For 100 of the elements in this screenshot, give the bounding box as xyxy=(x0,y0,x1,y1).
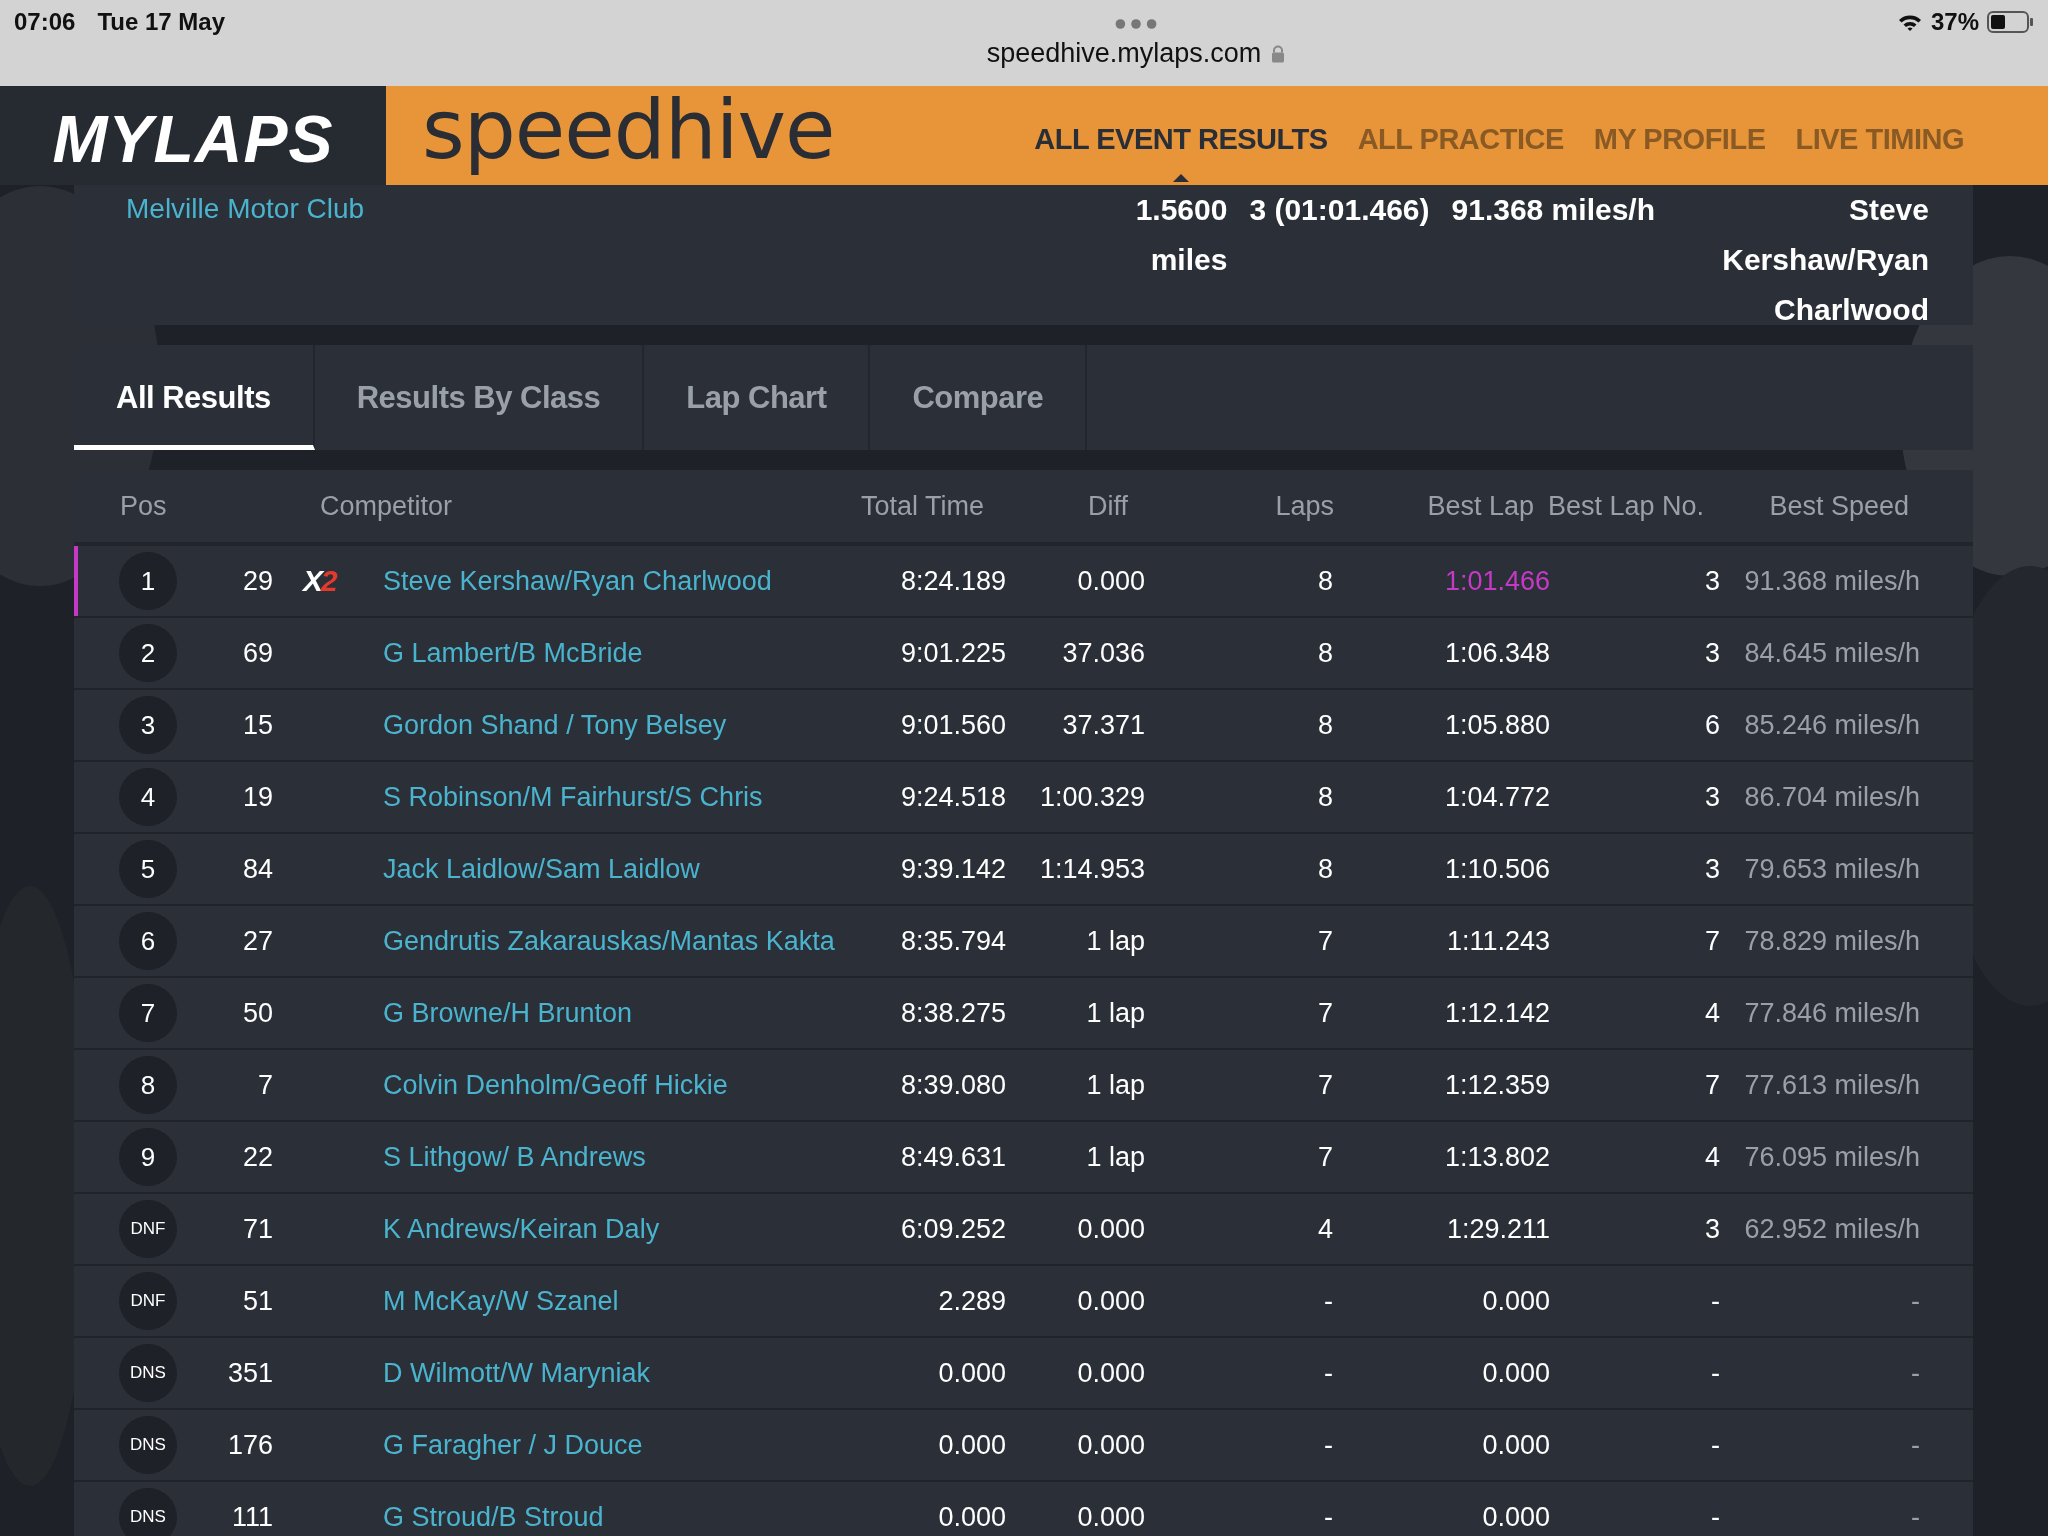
column-header[interactable]: Best Speed xyxy=(1704,490,1909,522)
table-cell-text: - xyxy=(1910,1285,1920,1317)
competitor-link[interactable]: G Faragher / J Douce xyxy=(383,1429,643,1460)
table-cell-text: 4 xyxy=(1703,1141,1720,1173)
car-number: 29 xyxy=(241,565,273,597)
car-number: 71 xyxy=(241,1213,273,1245)
competitor-link[interactable]: G Browne/H Brunton xyxy=(383,997,633,1028)
table-cell-text: 8 xyxy=(1316,565,1333,597)
car-number: 69 xyxy=(241,637,273,669)
table-cell-text: 77.613 miles/h xyxy=(1743,1069,1920,1101)
competitor-link[interactable]: Gordon Shand / Tony Belsey xyxy=(383,709,727,740)
table-cell-text: - xyxy=(1323,1285,1333,1317)
car-number: 19 xyxy=(241,781,273,813)
position-badge: DNF xyxy=(119,1272,177,1330)
table-cell-text: 91.368 miles/h xyxy=(1743,565,1920,597)
position-badge: 1 xyxy=(119,552,177,610)
position-badge: 2 xyxy=(119,624,177,682)
table-cell-text: 76.095 miles/h xyxy=(1743,1141,1920,1173)
table-cell-text: 4 xyxy=(1316,1213,1333,1245)
battery-percent: 37% xyxy=(1930,8,1979,36)
competitor-link[interactable]: M McKay/W Szanel xyxy=(383,1285,619,1316)
race-distance: 1.5600 miles xyxy=(1134,192,1228,278)
table-cell-text: 7 xyxy=(1703,925,1720,957)
table-cell-text: 8:35.794 xyxy=(899,925,1006,957)
table-cell-text: 1 lap xyxy=(1085,925,1145,957)
position-badge: 9 xyxy=(119,1128,177,1186)
tab[interactable]: Compare xyxy=(870,345,1088,450)
column-header[interactable]: Pos xyxy=(120,490,320,522)
table-cell-text: 9:24.518 xyxy=(899,781,1006,813)
table-cell-text: 1:12.142 xyxy=(1443,997,1550,1029)
car-number: 351 xyxy=(226,1357,273,1389)
table-cell-text: 3 xyxy=(1703,637,1720,669)
position-badge: DNS xyxy=(119,1344,177,1402)
table-cell-text: 78.829 miles/h xyxy=(1743,925,1920,957)
table-cell-text: 0.000 xyxy=(1076,565,1145,597)
url-text[interactable]: speedhive.mylaps.com xyxy=(986,38,1262,69)
car-number: 22 xyxy=(241,1141,273,1173)
position-badge: DNF xyxy=(119,1200,177,1258)
position-badge: 6 xyxy=(119,912,177,970)
car-number: 7 xyxy=(256,1069,273,1101)
table-cell-text: 1 lap xyxy=(1085,1141,1145,1173)
pointer-icon xyxy=(1172,174,1189,182)
table-cell-text: 77.846 miles/h xyxy=(1743,997,1920,1029)
competitor-link[interactable]: Jack Laidlow/Sam Laidlow xyxy=(383,853,700,884)
competitor-link[interactable]: K Andrews/Keiran Daly xyxy=(383,1213,660,1244)
competitor-link[interactable]: S Robinson/M Fairhurst/S Chris xyxy=(383,781,763,812)
best-speed-summary: 91.368 miles/h xyxy=(1451,192,1655,228)
competitor-link[interactable]: Steve Kershaw/Ryan Charlwood xyxy=(383,565,772,596)
column-header[interactable]: Total Time xyxy=(744,490,984,522)
table-cell-text: 86.704 miles/h xyxy=(1743,781,1920,813)
table-cell-text: - xyxy=(1323,1357,1333,1389)
competitor-link[interactable]: G Lambert/B McBride xyxy=(383,637,643,668)
table-cell-text: 0.000 xyxy=(1481,1285,1550,1317)
table-cell-text: 0.000 xyxy=(1481,1501,1550,1533)
table-cell-text: - xyxy=(1710,1357,1720,1389)
competitor-link[interactable]: Gendrutis Zakarauskas/Mantas Kakta xyxy=(383,925,835,956)
class-label: X2 xyxy=(303,564,336,597)
table-cell-text: 1:00.329 xyxy=(1038,781,1145,813)
position-badge: 5 xyxy=(119,840,177,898)
column-header[interactable]: Laps xyxy=(1144,490,1334,522)
table-cell-text: 8:38.275 xyxy=(899,997,1006,1029)
table-cell-text: 1:29.211 xyxy=(1445,1213,1550,1245)
more-icon[interactable] xyxy=(1114,18,1157,30)
table-cell-text: 84.645 miles/h xyxy=(1743,637,1920,669)
table-cell-text: 9:01.225 xyxy=(899,637,1006,669)
table-cell-text: 0.000 xyxy=(1481,1357,1550,1389)
column-header[interactable]: Competitor xyxy=(320,490,744,522)
table-cell-text: 0.000 xyxy=(937,1357,1006,1389)
clock-time: 07:06 xyxy=(14,8,76,36)
position-badge: 7 xyxy=(119,984,177,1042)
car-number: 50 xyxy=(241,997,273,1029)
table-cell-text: 0.000 xyxy=(1076,1429,1145,1461)
table-cell-text: 3 xyxy=(1703,1213,1720,1245)
competitor-link[interactable]: D Wilmott/W Maryniak xyxy=(383,1357,650,1388)
date-text: Tue 17 May xyxy=(97,8,225,36)
table-cell-text: 62.952 miles/h xyxy=(1743,1213,1920,1245)
car-number: 84 xyxy=(241,853,273,885)
competitor-link[interactable]: S Lithgow/ B Andrews xyxy=(383,1141,646,1172)
column-header[interactable]: Diff xyxy=(984,490,1144,522)
table-cell-text: 6 xyxy=(1703,709,1720,741)
mylaps-logo[interactable]: MYLAPS xyxy=(0,86,386,185)
nav-link[interactable]: ALL EVENT RESULTS xyxy=(1034,123,1328,156)
table-cell-text: - xyxy=(1910,1357,1920,1389)
tab[interactable]: Lap Chart xyxy=(644,345,871,450)
table-cell-text: 7 xyxy=(1316,1141,1333,1173)
table-cell-text: 1 lap xyxy=(1085,1069,1145,1101)
tab[interactable]: Results By Class xyxy=(314,345,645,450)
table-cell-text: 0.000 xyxy=(937,1429,1006,1461)
column-header[interactable]: Best Lap No. xyxy=(1534,490,1704,522)
competitor-link[interactable]: G Stroud/B Stroud xyxy=(383,1501,604,1532)
table-cell-text: 3 xyxy=(1703,781,1720,813)
competitor-link[interactable]: Colvin Denholm/Geoff Hickie xyxy=(383,1069,728,1100)
car-number: 176 xyxy=(226,1429,273,1461)
table-cell-text: - xyxy=(1710,1501,1720,1533)
tab[interactable]: All Results xyxy=(74,345,315,450)
table-cell-text: 1:06.348 xyxy=(1443,637,1550,669)
table-cell-text: - xyxy=(1910,1429,1920,1461)
table-cell-text: - xyxy=(1710,1285,1720,1317)
column-header[interactable]: Best Lap xyxy=(1334,490,1534,522)
table-cell-text: 0.000 xyxy=(1076,1357,1145,1389)
